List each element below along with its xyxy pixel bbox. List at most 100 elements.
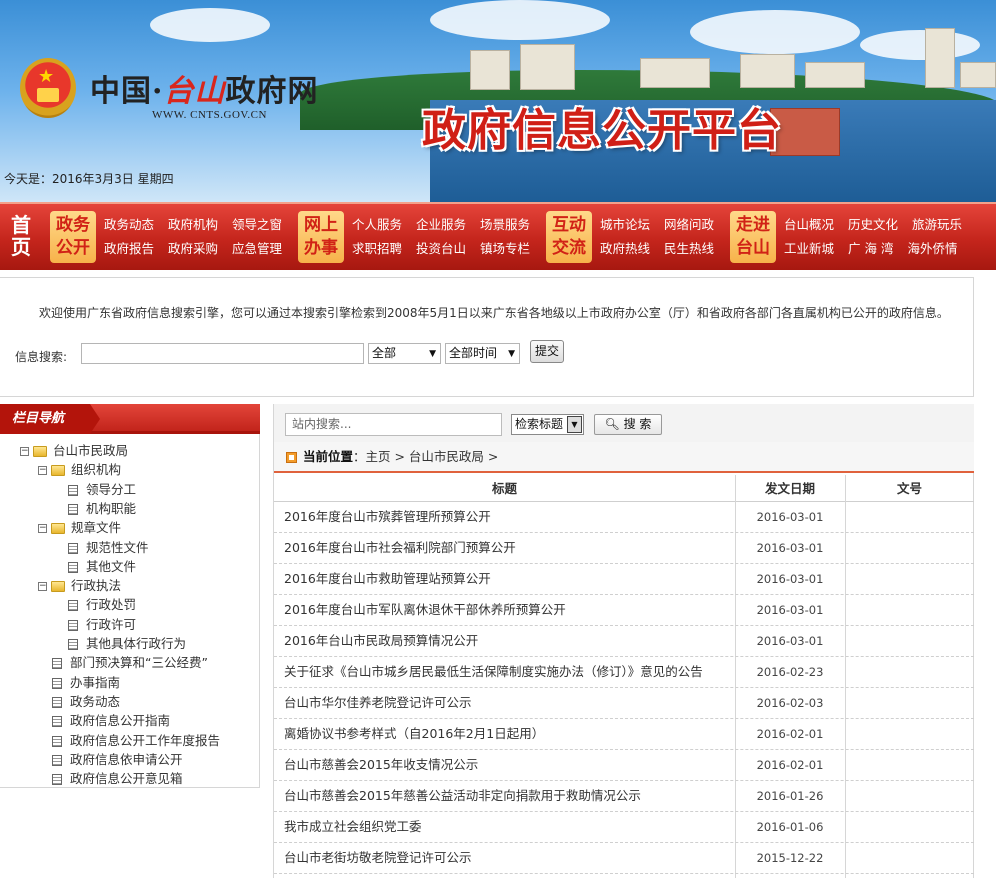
site-search-button[interactable]: 🔍︎ 搜 索 [594, 414, 662, 435]
content-list-panel: 站内搜索... 检索标题 ▼ 🔍︎ 搜 索 当前位置：主页 > 台山市民政局 >… [273, 404, 974, 878]
nav-link[interactable]: 网络问政 [664, 213, 714, 237]
platform-title: 政府信息公开平台 [422, 105, 782, 156]
nav-link[interactable]: 政务动态 [104, 213, 154, 237]
nav-link[interactable]: 企业服务 [416, 213, 466, 237]
info-search-input[interactable] [81, 343, 364, 364]
tree-label: 行政许可 [86, 616, 137, 632]
document-icon [68, 561, 78, 573]
tree-leaf[interactable]: 政府信息依申请公开 [52, 750, 183, 769]
breadcrumb-path[interactable]: ：主页 > 台山市民政局 > [353, 449, 498, 464]
document-icon [52, 677, 62, 689]
nav-link[interactable]: 政府采购 [168, 237, 218, 261]
nav-badge[interactable]: 互动交流 [546, 211, 592, 263]
document-date: 2016-02-01 [756, 758, 824, 772]
nav-link[interactable]: 领导之窗 [232, 213, 282, 237]
document-title-link[interactable]: 关于征求《台山市城乡居民最低生活保障制度实施办法（修订）》意见的公告 [284, 657, 734, 687]
document-title-link[interactable]: 我市成立社会组织党工委 [284, 812, 734, 842]
nav-home[interactable]: 首页 [6, 214, 36, 262]
tree-label: 领导分工 [86, 481, 137, 497]
document-title-link[interactable]: 台山市老街坊敬老院登记许可公示 [284, 843, 734, 873]
nav-link[interactable]: 投资台山 [416, 237, 466, 261]
column-title: 标题 [491, 481, 517, 496]
document-title-link[interactable]: 2016年度台山市殡葬管理所预算公开 [284, 502, 734, 532]
collapse-toggle-icon[interactable]: − [38, 466, 47, 476]
nav-link[interactable]: 场景服务 [480, 213, 530, 237]
document-title-link[interactable]: 2016年度台山市救助管理站预算公开 [284, 564, 734, 594]
nav-link[interactable]: 城市论坛 [600, 213, 650, 237]
current-date: 今天是：2016年3月3日 星期四 [4, 172, 174, 186]
nav-badge[interactable]: 走进台山 [730, 211, 776, 263]
tree-label: 规章文件 [71, 520, 122, 536]
nav-link[interactable]: 历史文化 [848, 213, 898, 237]
tree-folder[interactable]: − 台山市民政局 [20, 441, 128, 460]
document-title-link[interactable]: 台山市慈善会2015年慈善公益活动非定向捐款用于救助情况公示 [284, 781, 734, 811]
tree-leaf[interactable]: 政府信息公开指南 [52, 711, 170, 730]
tree-label: 部门预决算和“三公经费” [70, 655, 208, 671]
document-title-link[interactable]: 2016年度台山市军队离休退休干部休养所预算公开 [284, 595, 734, 625]
tree-leaf[interactable]: 政务动态 [52, 692, 120, 711]
site-title[interactable]: 中国·台山政府网 [90, 66, 318, 109]
time-select[interactable]: 全部时间 ▼ [445, 343, 520, 364]
nav-link[interactable]: 旅游玩乐 [912, 213, 962, 237]
tree-label: 台山市民政局 [53, 443, 129, 458]
search-type-select[interactable]: 检索标题 ▼ [511, 414, 584, 435]
document-title-link[interactable]: 台山市慈善会2015年收支情况公示 [284, 750, 734, 780]
tree-leaf[interactable]: 办事指南 [52, 673, 120, 692]
nav-badge[interactable]: 网上办事 [298, 211, 344, 263]
dropdown-arrow-icon: ▼ [508, 349, 515, 359]
collapse-toggle-icon[interactable]: − [20, 447, 29, 456]
tree-label: 其他文件 [86, 558, 137, 574]
tree-folder[interactable]: − 规章文件 [38, 518, 121, 537]
nav-link[interactable]: 应急管理 [232, 237, 282, 261]
submit-button[interactable]: 提交 [530, 340, 564, 363]
nav-link[interactable]: 求职招聘 [352, 237, 402, 261]
tree-leaf[interactable]: 行政许可 [68, 615, 136, 634]
tree-leaf[interactable]: 其他文件 [68, 557, 136, 576]
nav-link[interactable]: 政府机构 [168, 213, 218, 237]
tree-leaf[interactable]: 领导分工 [68, 480, 136, 499]
table-row: 2016年台山市民政局预算情况公开 2016-03-01 [274, 626, 974, 657]
nav-link[interactable]: 工业新城 [784, 237, 834, 261]
document-title-link[interactable]: 台山市华尔佳养老院登记许可公示 [284, 688, 734, 718]
location-icon [286, 452, 297, 463]
sidebar-title: 栏目导航 [0, 404, 100, 434]
site-url: WWW. CNTS.GOV.CN [152, 109, 267, 121]
scope-select[interactable]: 全部 ▼ [368, 343, 441, 364]
table-row: 我市成立社会组织党工委 2016-01-06 [274, 812, 974, 843]
nav-badge[interactable]: 政务公开 [50, 211, 96, 263]
tree-leaf[interactable]: 部门预决算和“三公经费” [52, 653, 208, 672]
national-emblem-icon: ★ [20, 58, 76, 118]
tree-leaf[interactable]: 机构职能 [68, 499, 136, 518]
document-title-link[interactable]: 离婚协议书参考样式（自2016年2月1日起用） [284, 719, 734, 749]
collapse-toggle-icon[interactable]: − [38, 524, 47, 534]
nav-link[interactable]: 政府热线 [600, 237, 650, 261]
site-search-bar: 站内搜索... 检索标题 ▼ 🔍︎ 搜 索 [274, 404, 974, 442]
site-search-input[interactable]: 站内搜索... [285, 413, 502, 436]
tree-label: 政府信息依申请公开 [70, 751, 183, 767]
nav-link[interactable]: 镇场专栏 [480, 237, 530, 261]
nav-link[interactable]: 民生热线 [664, 237, 714, 261]
column-number: 文号 [896, 481, 922, 496]
table-row: 2016年度台山市社会福利院部门预算公开 2016-03-01 [274, 533, 974, 564]
document-date: 2016-02-01 [756, 727, 824, 741]
document-icon [68, 600, 78, 612]
nav-link[interactable]: 海外侨情 [907, 237, 957, 261]
tree-leaf[interactable]: 行政处罚 [68, 595, 136, 614]
header-banner: ★ 中国·台山政府网 WWW. CNTS.GOV.CN 政府信息公开平台 今天是… [0, 0, 996, 202]
document-title-link[interactable]: 2016年台山市民政局预算情况公开 [284, 626, 734, 656]
document-title-link[interactable]: 2016年度台山市社会福利院部门预算公开 [284, 533, 734, 563]
tree-folder[interactable]: − 行政执法 [38, 576, 121, 595]
tree-leaf[interactable]: 其他具体行政行为 [68, 634, 186, 653]
breadcrumb: 当前位置：主页 > 台山市民政局 > [274, 442, 974, 473]
nav-link[interactable]: 台山概况 [784, 213, 834, 237]
tree-leaf[interactable]: 规范性文件 [68, 538, 149, 557]
tree-leaf[interactable]: 政府信息公开工作年度报告 [52, 731, 220, 750]
nav-link[interactable]: 个人服务 [352, 213, 402, 237]
tree-folder[interactable]: − 组织机构 [38, 460, 121, 479]
tree-leaf[interactable]: 政府信息公开意见箱 [52, 769, 183, 788]
collapse-toggle-icon[interactable]: − [38, 582, 47, 592]
document-date: 2016-01-06 [756, 820, 824, 834]
document-date: 2016-02-23 [756, 665, 824, 679]
nav-link[interactable]: 政府报告 [104, 237, 154, 261]
nav-link[interactable]: 广 海 湾 [848, 237, 893, 261]
